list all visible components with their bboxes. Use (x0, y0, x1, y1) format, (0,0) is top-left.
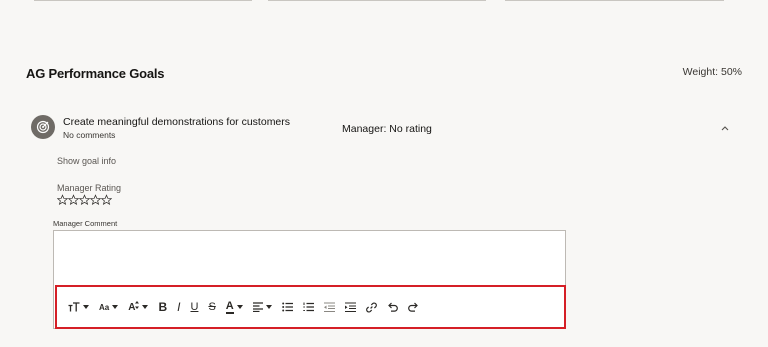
chevron-up-icon[interactable] (719, 122, 731, 134)
indent-button[interactable] (344, 299, 356, 315)
strikethrough-button[interactable]: S (208, 299, 215, 315)
rich-text-toolbar: Aa A B I U S A (55, 285, 566, 329)
top-card-edges (0, 0, 768, 4)
strikethrough-icon: S (208, 301, 216, 313)
underline-button[interactable]: U (190, 299, 198, 315)
font-family-icon: Aa (99, 302, 110, 312)
chevron-down-icon (112, 305, 119, 309)
numbered-list-icon (303, 302, 314, 312)
text-size-adjust-button[interactable]: A (128, 299, 149, 315)
star-icon[interactable] (90, 194, 101, 206)
redo-icon (407, 302, 418, 312)
card-edge (34, 0, 252, 1)
indent-icon (344, 302, 356, 312)
align-icon (252, 302, 263, 312)
card-edge (268, 0, 486, 1)
manager-rating-stars[interactable] (57, 194, 112, 206)
goal-target-icon (31, 115, 55, 139)
chevron-down-icon (236, 305, 243, 309)
size-arrows-icon (135, 301, 140, 309)
bullet-list-button[interactable] (281, 299, 293, 315)
star-icon[interactable] (68, 194, 79, 206)
bold-button[interactable]: B (158, 299, 167, 315)
undo-icon (387, 302, 398, 312)
numbered-list-button[interactable] (303, 299, 314, 315)
font-family-button[interactable]: Aa (99, 299, 119, 315)
outdent-button[interactable] (323, 299, 335, 315)
bullet-list-icon (281, 302, 293, 312)
manager-rating-label: Manager Rating (57, 183, 122, 193)
goal-name: Create meaningful demonstrations for cus… (63, 116, 291, 128)
font-color-button[interactable]: A (225, 299, 243, 315)
weight-label: Weight: 50% (682, 66, 742, 78)
undo-button[interactable] (387, 299, 398, 315)
redo-button[interactable] (407, 299, 419, 315)
text-size-adjust-icon: A (128, 301, 136, 313)
font-size-icon (68, 302, 80, 312)
show-goal-info-link[interactable]: Show goal info (57, 156, 116, 166)
font-color-icon: A (225, 299, 234, 314)
star-icon[interactable] (79, 194, 90, 206)
link-button[interactable] (365, 299, 377, 315)
manager-rating-summary: Manager: No rating (342, 123, 432, 135)
link-icon (365, 302, 377, 312)
font-size-button[interactable] (68, 299, 89, 315)
star-icon[interactable] (101, 194, 112, 206)
manager-comment-label: Manager Comment (53, 219, 118, 228)
bold-icon: B (158, 300, 168, 314)
italic-button[interactable]: I (177, 299, 180, 315)
outdent-icon (323, 302, 335, 312)
chevron-down-icon (142, 305, 149, 309)
chevron-down-icon (265, 305, 272, 309)
chevron-down-icon (83, 305, 89, 309)
goal-comments-count: No comments (63, 130, 116, 140)
align-button[interactable] (252, 299, 272, 315)
section-title: AG Performance Goals (26, 66, 165, 81)
star-icon[interactable] (57, 194, 68, 206)
italic-icon: I (177, 300, 181, 314)
card-edge (505, 0, 724, 1)
underline-icon: U (190, 301, 199, 313)
